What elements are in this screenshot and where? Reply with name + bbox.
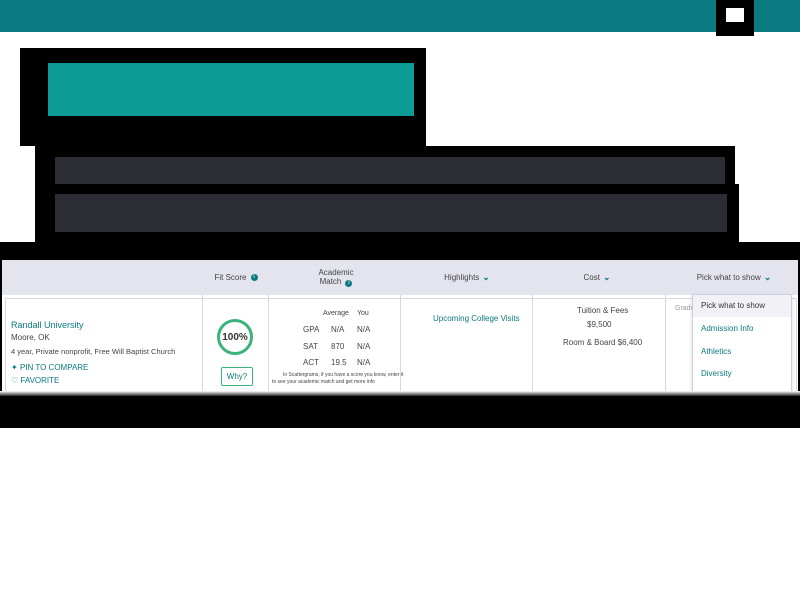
- column-divider: [665, 295, 666, 396]
- redacted-text-bar-1: [55, 157, 725, 184]
- dropdown-item-diversity[interactable]: Diversity: [701, 369, 732, 378]
- favorite-button[interactable]: ♡ FAVORITE: [11, 376, 59, 385]
- school-details: 4 year, Private nonprofit, Free Will Bap…: [11, 347, 176, 356]
- chevron-down-icon: ⌄: [482, 272, 490, 282]
- why-button[interactable]: Why?: [221, 367, 253, 386]
- redacted-subtitle-frame-edge: [733, 184, 739, 242]
- col-highlights[interactable]: Highlights ⌄: [422, 260, 512, 295]
- top-nav-bar: [0, 0, 800, 32]
- academic-gpa-you: N/A: [357, 325, 371, 334]
- menu-button[interactable]: [716, 0, 754, 36]
- academic-sat-you: N/A: [357, 342, 371, 351]
- school-name-link[interactable]: Randall University: [11, 320, 84, 330]
- upcoming-visits-link[interactable]: Upcoming College Visits: [433, 314, 520, 323]
- col-cost[interactable]: Cost ⌄: [562, 260, 632, 295]
- column-divider: [268, 295, 269, 396]
- dropdown-item-athletics[interactable]: Athletics: [701, 347, 731, 356]
- academic-act-average: 19.5: [331, 358, 347, 367]
- dropdown-item-admission-info[interactable]: Admission Info: [701, 324, 753, 333]
- academic-act-you: N/A: [357, 358, 371, 367]
- table-header: Fit Score i Academic Match i Highlights ⌄…: [2, 260, 798, 295]
- favorite-label: FAVORITE: [20, 376, 60, 385]
- info-icon[interactable]: i: [250, 274, 258, 281]
- pin-to-compare-label: PIN TO COMPARE: [19, 363, 89, 372]
- academic-gpa-average: N/A: [331, 325, 345, 334]
- academic-act-label: ACT: [303, 358, 319, 367]
- school-location: Moore, OK: [11, 333, 50, 342]
- info-icon[interactable]: i: [345, 280, 353, 287]
- academic-col-average: Average: [323, 310, 349, 317]
- fit-score-ring: 100%: [217, 319, 253, 355]
- col-pick-what-to-show[interactable]: Pick what to show ⌄: [672, 260, 796, 295]
- room-board: Room & Board $6,400: [563, 338, 643, 347]
- heart-icon: ♡: [11, 376, 19, 385]
- pin-to-compare-button[interactable]: ✦ PIN TO COMPARE: [11, 363, 88, 372]
- chevron-down-icon: ⌄: [763, 272, 772, 282]
- academic-note-1: In Scattergrams, if you have a score you…: [283, 372, 404, 378]
- fit-score-value: 100%: [222, 331, 248, 343]
- redacted-text-bar-2: [55, 194, 727, 232]
- column-divider: [400, 295, 401, 396]
- pin-icon: ✦: [11, 363, 18, 372]
- tuition-value: $9,500: [587, 320, 612, 329]
- col-academic-label-1: Academic: [318, 268, 354, 277]
- redacted-bottom-band: [0, 396, 800, 428]
- chevron-down-icon: ⌄: [602, 272, 611, 282]
- col-academic-label-2: Match i: [320, 277, 353, 287]
- academic-col-you: You: [357, 310, 369, 317]
- column-divider: [532, 295, 533, 396]
- academic-note-2: to see your academic match and get more …: [272, 379, 375, 385]
- redacted-title-banner: [48, 63, 414, 116]
- col-pick-label: Pick what to show: [696, 273, 761, 282]
- tuition-label: Tuition & Fees: [577, 306, 629, 315]
- col-fit-score-label: Fit Score: [214, 273, 247, 282]
- col-academic-match[interactable]: Academic Match i: [302, 260, 370, 295]
- col-fit-score[interactable]: Fit Score i: [202, 260, 270, 295]
- pick-what-to-show-dropdown: Pick what to show Admission Info Athleti…: [692, 294, 792, 396]
- academic-sat-label: SAT: [303, 342, 318, 351]
- academic-sat-average: 870: [331, 342, 345, 351]
- menu-icon: [726, 8, 744, 22]
- academic-gpa-label: GPA: [303, 325, 320, 334]
- col-cost-label: Cost: [583, 273, 600, 282]
- dropdown-item-pick[interactable]: Pick what to show: [701, 301, 765, 310]
- col-highlights-label: Highlights: [444, 273, 480, 282]
- column-divider: [202, 295, 203, 396]
